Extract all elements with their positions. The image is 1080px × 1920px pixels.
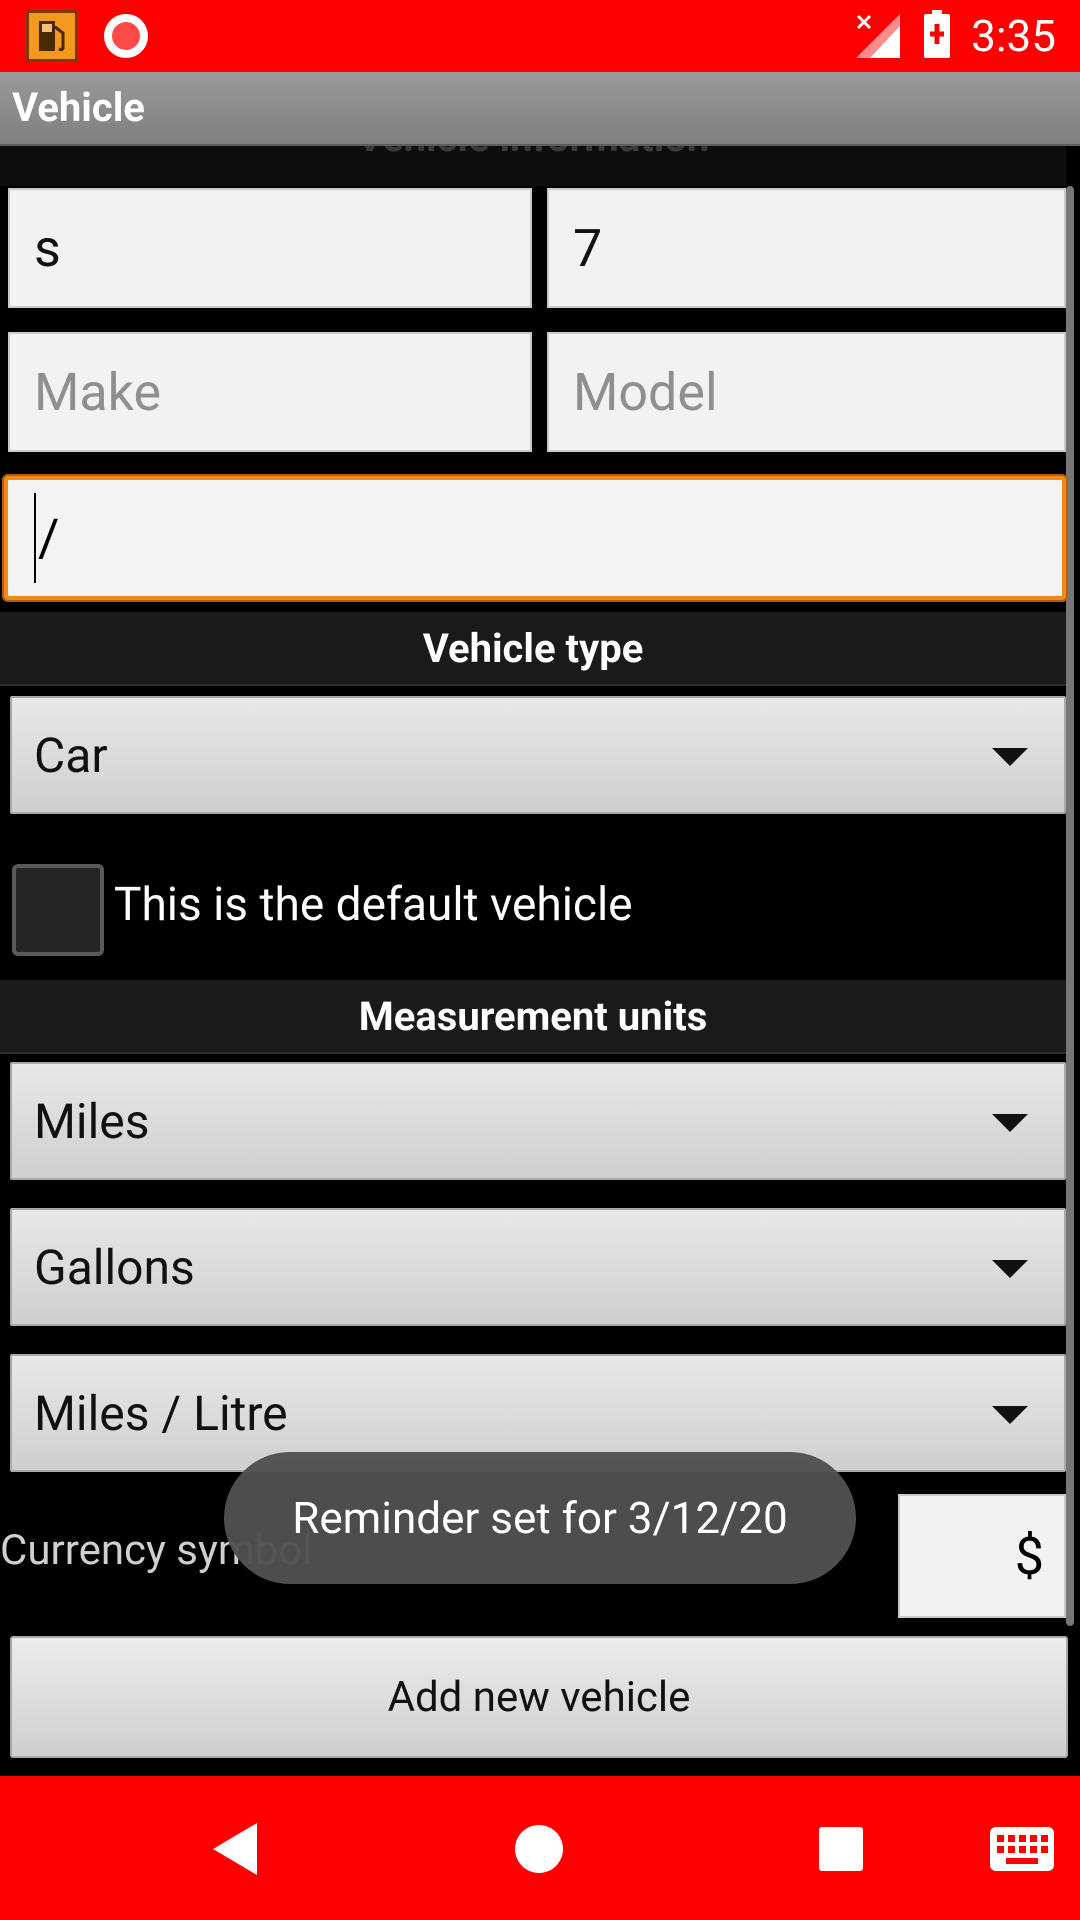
registration-field[interactable]: / <box>4 476 1066 600</box>
vehicle-name-value: s <box>34 217 61 279</box>
vehicle-number-value: 7 <box>573 217 603 279</box>
registration-value: / <box>38 507 60 569</box>
status-bar: 3:35 <box>0 0 1080 72</box>
default-vehicle-checkbox[interactable] <box>12 864 104 956</box>
vehicle-type-header-label: Vehicle type <box>422 624 644 672</box>
fuel-app-icon <box>26 10 78 62</box>
make-field[interactable]: Make <box>8 332 532 452</box>
dropdown-arrow-icon <box>992 748 1028 766</box>
back-icon[interactable] <box>200 1814 270 1884</box>
economy-unit-value: Miles / Litre <box>34 1384 288 1442</box>
vehicle-number-field[interactable]: 7 <box>547 188 1066 308</box>
navigation-bar <box>0 1776 1080 1920</box>
volume-unit-value: Gallons <box>34 1238 195 1296</box>
volume-unit-spinner[interactable]: Gallons <box>10 1208 1066 1326</box>
vehicle-type-spinner[interactable]: Car <box>10 696 1066 814</box>
add-new-vehicle-label: Add new vehicle <box>387 1672 691 1722</box>
distance-unit-spinner[interactable]: Miles <box>10 1062 1066 1180</box>
keyboard-icon[interactable] <box>986 1814 1058 1884</box>
vehicle-name-field[interactable]: s <box>8 188 532 308</box>
default-vehicle-label[interactable]: This is the default vehicle <box>114 878 633 932</box>
dropdown-arrow-icon <box>992 1406 1028 1424</box>
currency-symbol-value: $ <box>1014 1525 1044 1587</box>
dropdown-arrow-icon <box>992 1260 1028 1278</box>
record-icon <box>104 14 148 58</box>
measurement-units-header: Measurement units <box>0 980 1066 1054</box>
home-icon[interactable] <box>504 1814 574 1884</box>
toast-text: Reminder set for 3/12/20 <box>292 1492 788 1544</box>
toast-message: Reminder set for 3/12/20 <box>224 1452 856 1584</box>
vehicle-information-label: Vehicle information <box>0 146 1066 161</box>
battery-charging-icon <box>924 10 950 58</box>
text-cursor <box>34 493 36 583</box>
measurement-units-header-label: Measurement units <box>358 992 708 1040</box>
currency-symbol-field[interactable]: $ <box>898 1494 1066 1618</box>
page-title: Vehicle <box>12 84 145 131</box>
vehicle-information-header: Vehicle information <box>0 146 1066 186</box>
add-new-vehicle-button[interactable]: Add new vehicle <box>10 1636 1068 1758</box>
no-signal-icon <box>856 14 900 58</box>
dropdown-arrow-icon <box>992 1114 1028 1132</box>
action-bar: Vehicle <box>0 72 1080 146</box>
scrollbar[interactable] <box>1066 186 1074 1626</box>
vehicle-type-value: Car <box>34 726 108 784</box>
model-placeholder: Model <box>573 361 718 423</box>
distance-unit-value: Miles <box>34 1092 150 1150</box>
make-placeholder: Make <box>34 361 162 423</box>
recents-icon[interactable] <box>806 1814 876 1884</box>
status-time: 3:35 <box>971 10 1056 62</box>
vehicle-type-header: Vehicle type <box>0 612 1066 686</box>
model-field[interactable]: Model <box>547 332 1066 452</box>
